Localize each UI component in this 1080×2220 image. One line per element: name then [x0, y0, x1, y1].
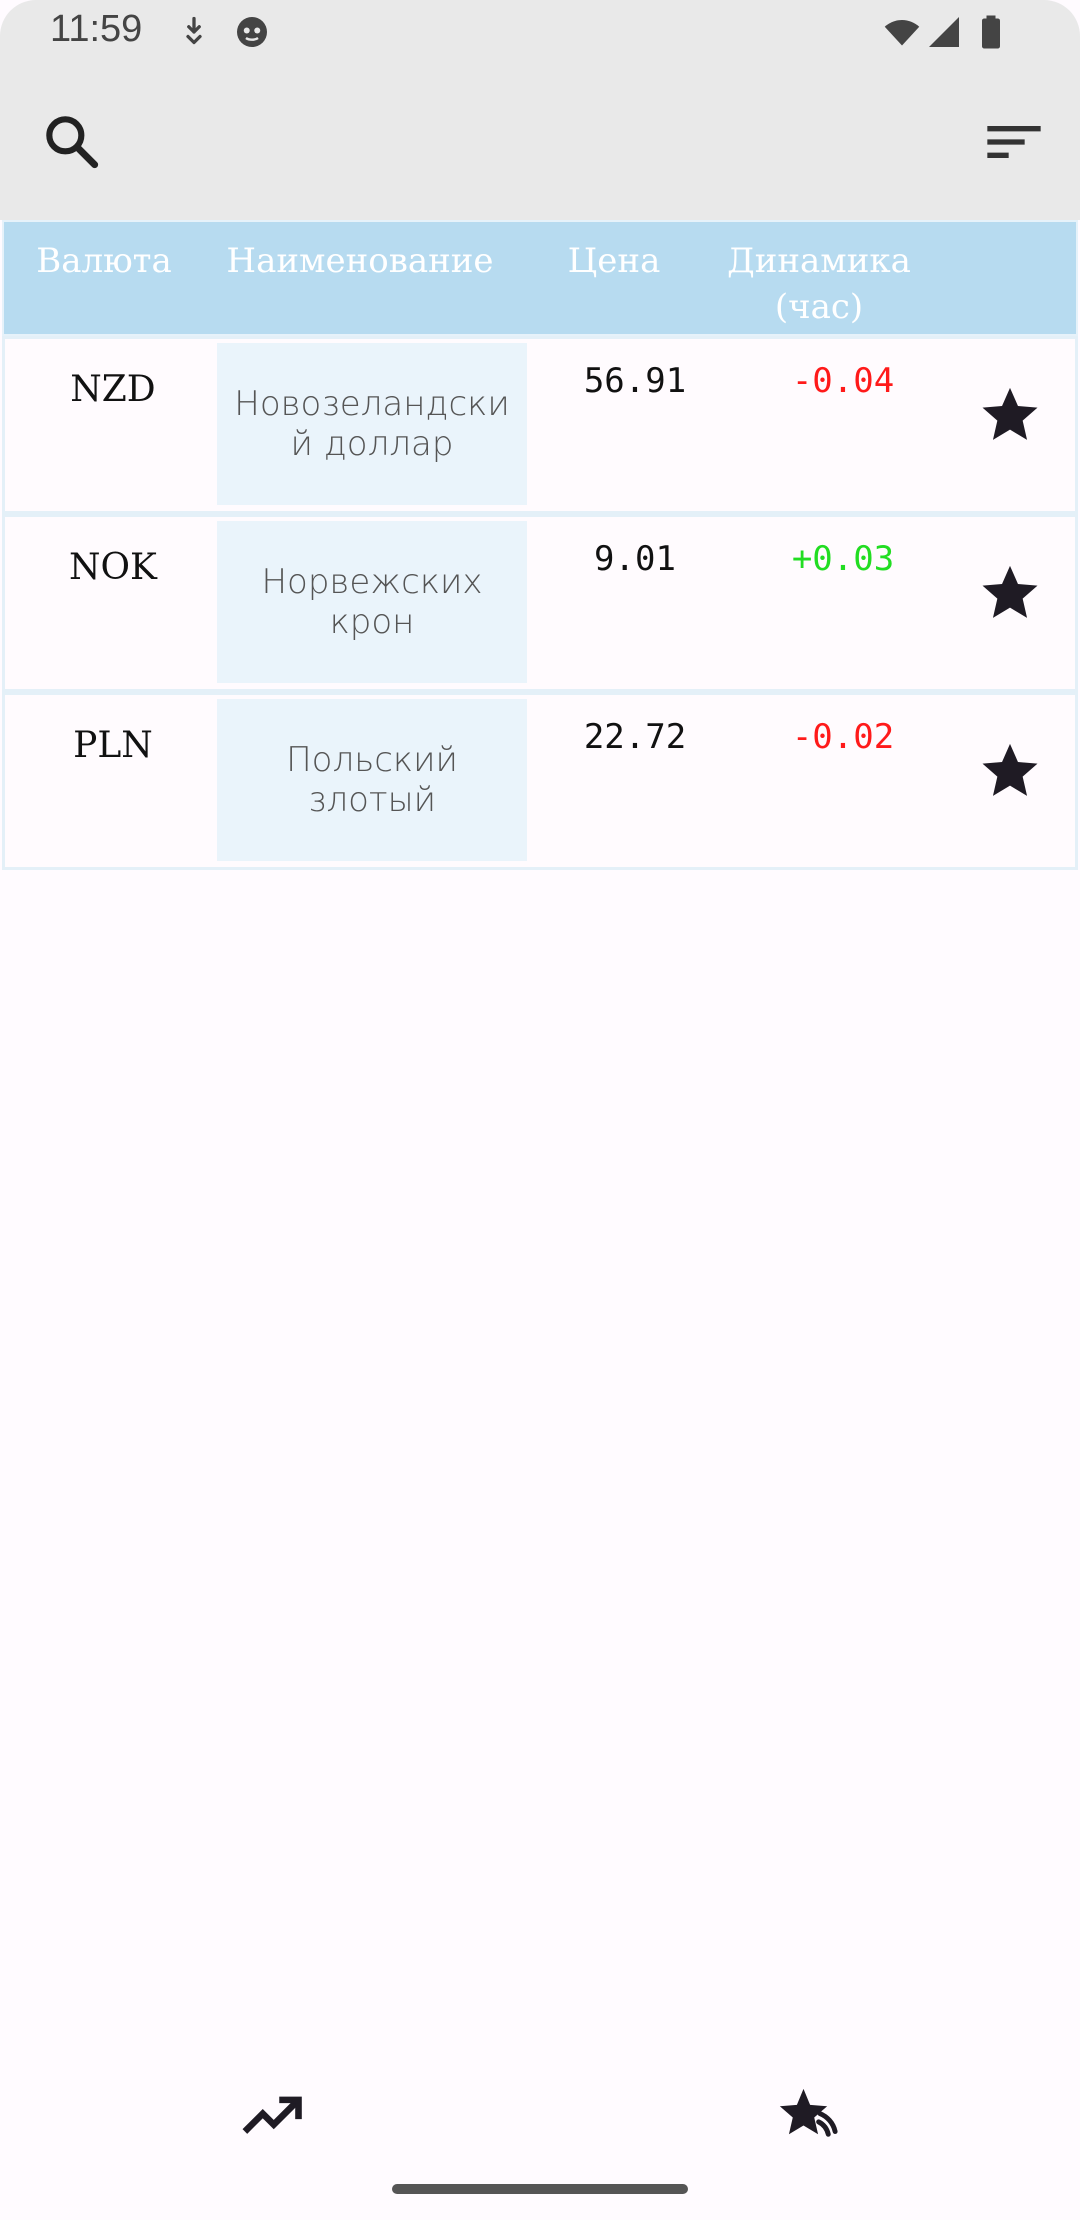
table-row[interactable]: PLN Польский злотый 22.72 -0.02: [2, 692, 1078, 870]
currency-name: Новозеландский доллар: [217, 343, 527, 505]
battery-icon: [982, 15, 1000, 49]
currency-code: NZD: [70, 369, 156, 410]
table-row[interactable]: NZD Новозеландский доллар 56.91 -0.04: [2, 336, 1078, 514]
currency-code: PLN: [73, 725, 153, 766]
gesture-navigation-bar[interactable]: [392, 2184, 688, 2194]
favorites-icon[interactable]: [776, 2082, 842, 2148]
table-header: Валюта Наименование Цена Динамика (час): [2, 220, 1078, 336]
search-icon[interactable]: [40, 110, 104, 174]
header-price: Цена: [567, 241, 661, 281]
currency-table: Валюта Наименование Цена Динамика (час) …: [2, 220, 1078, 870]
star-icon[interactable]: [977, 737, 1043, 803]
header-change: Динамика (час): [727, 241, 911, 327]
currency-list-screen: 11:59 Валюта Наименование Цена Динамика …: [0, 0, 1080, 2220]
currency-price: 56.91: [583, 361, 687, 401]
sort-icon[interactable]: [982, 110, 1046, 174]
currency-name: Польский злотый: [217, 699, 527, 861]
header-name: Наименование: [226, 241, 494, 281]
app-notification-icon: [237, 17, 267, 47]
status-bar: 11:59: [0, 0, 1080, 66]
table-row[interactable]: NOK Норвежских крон 9.01 +0.03: [2, 514, 1078, 692]
status-time: 11:59: [50, 8, 143, 50]
top-bar: 11:59: [0, 0, 1080, 220]
cellular-signal-icon: [929, 17, 959, 47]
header-currency: Валюта: [36, 241, 172, 281]
currency-code: NOK: [69, 547, 157, 588]
currency-change: -0.02: [791, 717, 895, 757]
currency-change: +0.03: [791, 539, 895, 579]
download-status-icon: [186, 16, 202, 45]
trending-up-icon[interactable]: [238, 2082, 304, 2148]
currency-name: Норвежских крон: [217, 521, 527, 683]
currency-price: 22.72: [583, 717, 687, 757]
currency-change: -0.04: [791, 361, 895, 401]
currency-price: 9.01: [594, 539, 676, 579]
bottom-navigation: [0, 2020, 1080, 2220]
star-icon[interactable]: [977, 381, 1043, 447]
wifi-icon: [884, 20, 920, 46]
star-icon[interactable]: [977, 559, 1043, 625]
